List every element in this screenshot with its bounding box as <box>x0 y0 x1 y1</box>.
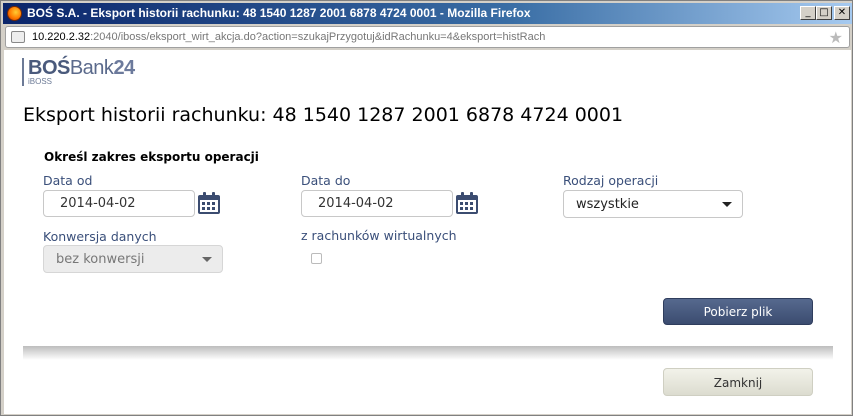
operation-type-select[interactable]: wszystkie <box>563 190 743 218</box>
url-text[interactable]: 10.220.2.32:2040/iboss/eksport_wirt_akcj… <box>32 31 545 43</box>
chevron-down-icon <box>202 257 212 262</box>
date-from-label: Data od <box>43 173 93 188</box>
footer-divider <box>23 346 833 360</box>
logo-num: 24 <box>113 57 135 79</box>
logo-subtitle: iBOSS <box>28 77 53 86</box>
maximize-button[interactable]: □ <box>816 6 832 20</box>
url-bar[interactable]: 10.220.2.32:2040/iboss/eksport_wirt_akcj… <box>5 26 850 48</box>
date-to-input[interactable]: 2014-04-02 <box>301 190 453 217</box>
calendar-icon[interactable] <box>454 190 480 216</box>
firefox-icon <box>7 6 22 21</box>
bookmark-star-icon[interactable]: ★ <box>829 28 843 47</box>
close-window-button[interactable]: ✕ <box>834 6 850 20</box>
virtual-accounts-label: z rachunków wirtualnych <box>301 228 457 243</box>
logo-bank: Bank <box>69 57 114 79</box>
date-to-label: Data do <box>301 173 351 188</box>
site-identity-icon[interactable] <box>11 31 25 43</box>
url-path: :2040/iboss/eksport_wirt_akcja.do?action… <box>90 31 546 43</box>
conversion-select[interactable]: bez konwersji <box>43 245 223 273</box>
logo-wordmark: BOŚBank24 <box>28 58 135 78</box>
browser-window: BOŚ S.A. - Eksport historii rachunku: 48… <box>0 0 853 416</box>
date-from-input[interactable]: 2014-04-02 <box>43 190 195 217</box>
conversion-value: bez konwersji <box>56 252 145 267</box>
minimize-button[interactable]: _ <box>800 6 816 20</box>
window-title: BOŚ S.A. - Eksport historii rachunku: 48… <box>27 6 531 20</box>
calendar-icon[interactable] <box>196 190 222 216</box>
close-button[interactable]: Zamknij <box>663 368 813 396</box>
conversion-label: Konwersja danych <box>43 229 157 244</box>
virtual-accounts-checkbox[interactable] <box>311 253 322 264</box>
download-file-button[interactable]: Pobierz plik <box>663 298 813 325</box>
section-title: Określ zakres eksportu operacji <box>44 150 259 164</box>
bank-logo: BOŚBank24 iBOSS <box>22 58 135 86</box>
url-host: 10.220.2.32 <box>32 31 91 43</box>
title-bar: BOŚ S.A. - Eksport historii rachunku: 48… <box>3 3 852 24</box>
operation-type-value: wszystkie <box>576 197 639 212</box>
operation-type-label: Rodzaj operacji <box>563 173 659 188</box>
chevron-down-icon <box>722 202 732 207</box>
page-content: BOŚBank24 iBOSS Eksport historii rachunk… <box>4 50 851 414</box>
logo-bos: BOŚ <box>28 57 70 79</box>
page-title: Eksport historii rachunku: 48 1540 1287 … <box>23 104 624 126</box>
